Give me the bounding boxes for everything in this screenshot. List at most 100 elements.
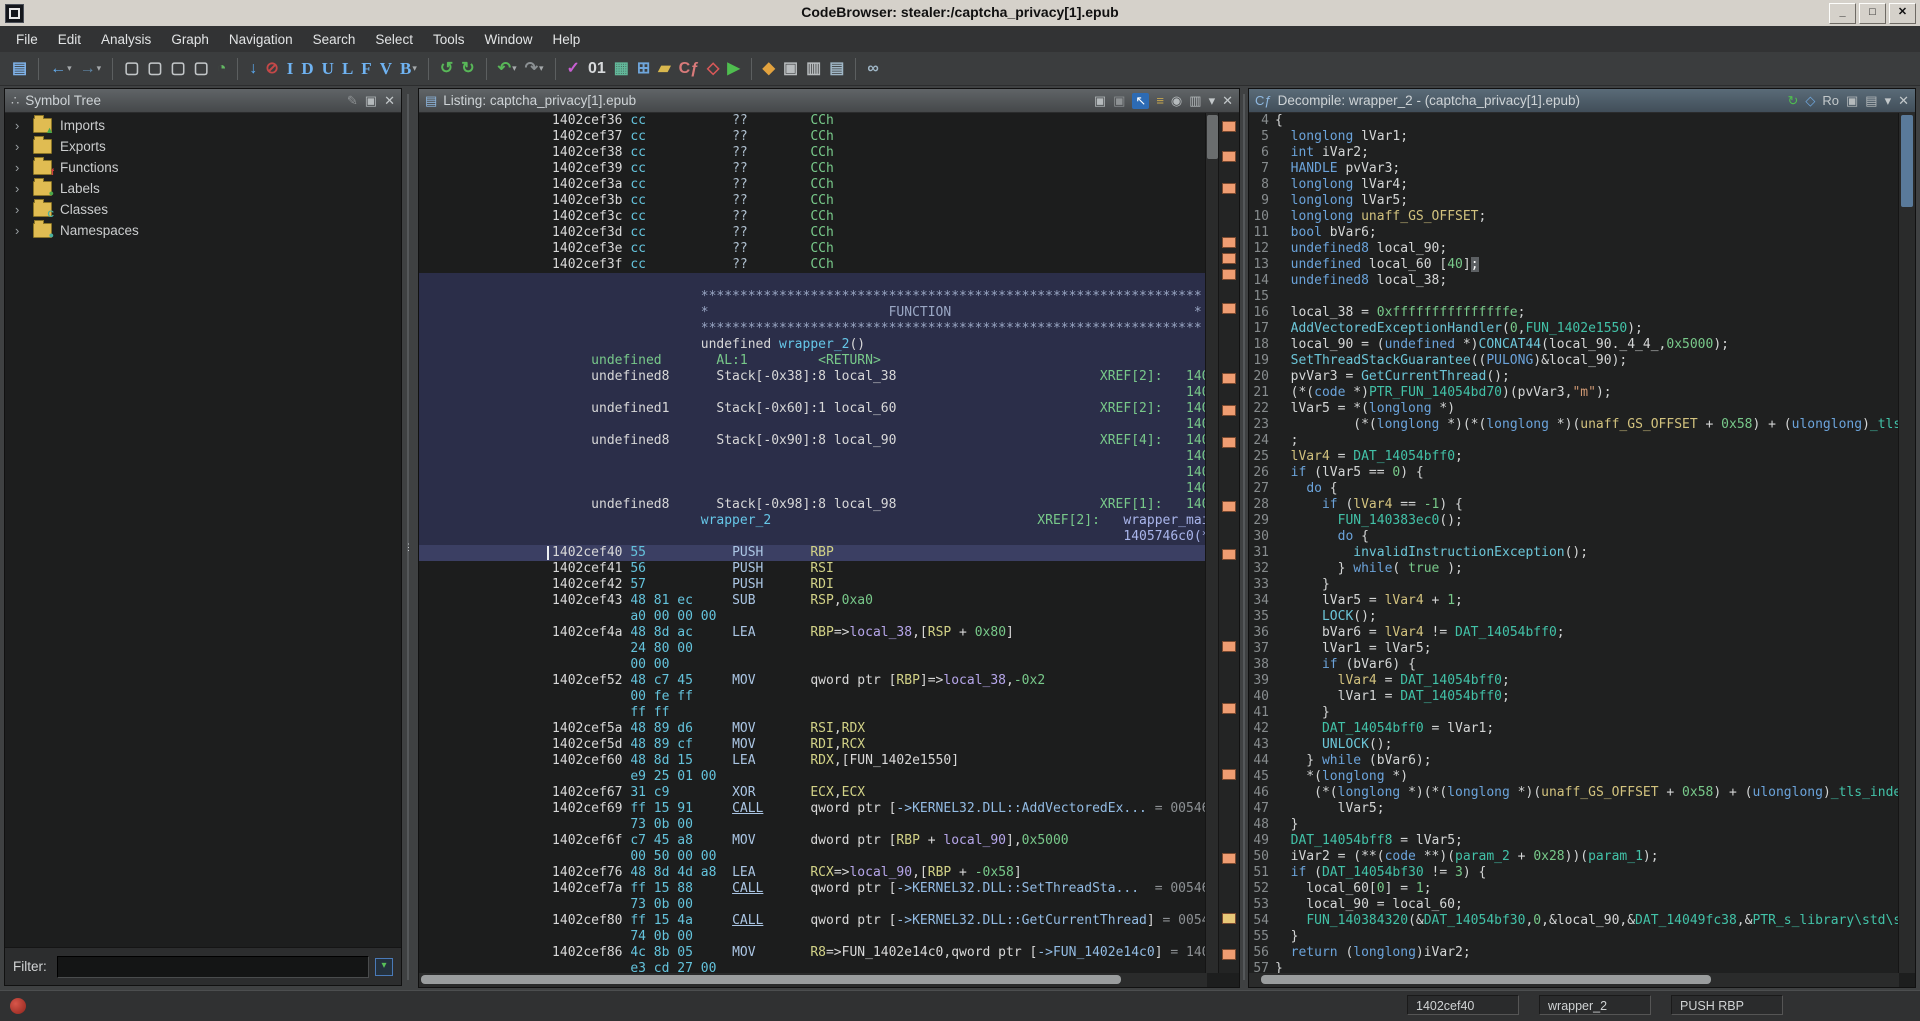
listing-line[interactable]: undefinedAL:1<RETURN> bbox=[419, 353, 1207, 369]
decompile-line[interactable]: 13 undefined local_60 [40]; bbox=[1249, 257, 1899, 273]
export-icon[interactable]: ▤ bbox=[1865, 93, 1877, 109]
listing-line[interactable]: 1402cef3acc??CCh bbox=[419, 177, 1207, 193]
run-script-icon[interactable]: ▶ bbox=[725, 59, 741, 79]
listing-line[interactable]: 1402cef4055PUSHRBP bbox=[419, 545, 1207, 561]
panel-splitter[interactable] bbox=[1240, 88, 1248, 986]
bookmark-marker[interactable] bbox=[1222, 269, 1236, 280]
listing-line[interactable] bbox=[419, 273, 1207, 289]
listing-line[interactable]: a0 00 00 00 bbox=[419, 609, 1207, 625]
decompile-line[interactable]: 44 } while (bVar6); bbox=[1249, 753, 1899, 769]
listing-line[interactable]: ****************************************… bbox=[419, 321, 1207, 337]
decompile-line[interactable]: 57} bbox=[1249, 961, 1899, 973]
decompile-line[interactable]: 52 local_60[0] = 1; bbox=[1249, 881, 1899, 897]
decompile-line[interactable]: 15 bbox=[1249, 289, 1899, 305]
listing-view[interactable]: 1402cef36cc??CCh1402cef37cc??CCh1402cef3… bbox=[419, 113, 1207, 973]
clear-with-options-icon[interactable]: ▢ bbox=[145, 59, 164, 79]
decompile-line[interactable]: 49 DAT_14054bff8 = lVar5; bbox=[1249, 833, 1899, 849]
decompile-line[interactable]: 18 local_90 = (undefined *)CONCAT44(loca… bbox=[1249, 337, 1899, 353]
chevron-right-icon[interactable]: › bbox=[15, 202, 33, 217]
listing-line[interactable]: undefined8Stack[-0x38]:8local_38XREF[2]:… bbox=[419, 369, 1207, 385]
decompile-line[interactable]: 56 return (longlong)iVar2; bbox=[1249, 945, 1899, 961]
decompile-line[interactable]: 46 (*(longlong *)(*(longlong *)(unaff_GS… bbox=[1249, 785, 1899, 801]
menu-search[interactable]: Search bbox=[303, 29, 366, 50]
letter-l-icon[interactable]: L bbox=[340, 59, 355, 79]
listing-line[interactable]: 1402cef4156PUSHRSI bbox=[419, 561, 1207, 577]
decompile-line[interactable]: 29 FUN_140383ec0(); bbox=[1249, 513, 1899, 529]
decompile-line[interactable]: 42 DAT_14054bff0 = lVar1; bbox=[1249, 721, 1899, 737]
listing-line[interactable]: 140 bbox=[419, 449, 1207, 465]
memory-map-icon[interactable]: ▦ bbox=[612, 59, 631, 79]
decompile-line[interactable]: 26 if (lVar5 == 0) { bbox=[1249, 465, 1899, 481]
menu-edit[interactable]: Edit bbox=[48, 29, 91, 50]
listing-line[interactable]: 24 80 00 bbox=[419, 641, 1207, 657]
listing-line[interactable]: undefined8Stack[-0x98]:8local_98XREF[1]:… bbox=[419, 497, 1207, 513]
listing-line[interactable]: 00 00 bbox=[419, 657, 1207, 673]
decompile-line[interactable]: 24 ; bbox=[1249, 433, 1899, 449]
cycle-data-1-icon[interactable]: ↺ bbox=[438, 59, 455, 79]
listing-line[interactable]: 1402cef80ff 15 4aCALLqword ptr [->KERNEL… bbox=[419, 913, 1207, 929]
letter-b-icon[interactable]: B▾ bbox=[398, 59, 419, 79]
listing-line[interactable]: 140 bbox=[419, 385, 1207, 401]
decompile-line[interactable]: 53 local_90 = local_60; bbox=[1249, 897, 1899, 913]
listing-line[interactable]: 1402cef37cc??CCh bbox=[419, 129, 1207, 145]
window-grid-icon[interactable]: ▥ bbox=[804, 59, 823, 79]
letter-f-icon[interactable]: F bbox=[359, 59, 373, 79]
decompile-line[interactable]: 36 bVar6 = lVar4 != DAT_14054bff0; bbox=[1249, 625, 1899, 641]
repair-function-icon[interactable]: ▢ bbox=[192, 59, 211, 79]
sidebar-item-namespaces[interactable]: ›●Namespaces bbox=[5, 220, 401, 241]
sidebar-item-classes[interactable]: ›CClasses bbox=[5, 199, 401, 220]
listing-line[interactable]: e9 25 01 00 bbox=[419, 769, 1207, 785]
decompile-line[interactable]: 22 lVar5 = *(longlong *) bbox=[1249, 401, 1899, 417]
sidebar-item-functions[interactable]: ›fFunctions bbox=[5, 157, 401, 178]
decompile-line[interactable]: 11 bool bVar6; bbox=[1249, 225, 1899, 241]
decompile-line[interactable]: 25 lVar4 = DAT_14054bff0; bbox=[1249, 449, 1899, 465]
bookmark-marker[interactable] bbox=[1222, 183, 1236, 194]
menu-window[interactable]: Window bbox=[474, 29, 542, 50]
decompile-line[interactable]: 45 *(longlong *) bbox=[1249, 769, 1899, 785]
chevron-right-icon[interactable]: › bbox=[15, 223, 33, 238]
chevron-right-icon[interactable]: › bbox=[15, 118, 33, 133]
paste-icon[interactable]: ▣ bbox=[1113, 93, 1125, 109]
auto-analyze-icon[interactable]: ◔ bbox=[215, 59, 229, 79]
decompile-line[interactable]: 19 SetThreadStackGuarantee((PULONG)&loca… bbox=[1249, 353, 1899, 369]
disable-icon[interactable]: ⊘ bbox=[263, 59, 280, 79]
listing-line[interactable]: 1402cef6048 8d 15LEARDX,[FUN_1402e1550] bbox=[419, 753, 1207, 769]
sidebar-item-labels[interactable]: ›●Labels bbox=[5, 178, 401, 199]
decompile-line[interactable]: 32 } while( true ); bbox=[1249, 561, 1899, 577]
decompile-line[interactable]: 39 lVar4 = DAT_14054bff0; bbox=[1249, 673, 1899, 689]
decompile-line[interactable]: 47 lVar5; bbox=[1249, 801, 1899, 817]
bookmark-icon[interactable]: ◆ bbox=[761, 59, 777, 79]
listing-line[interactable]: 1402cef4257PUSHRDI bbox=[419, 577, 1207, 593]
function-graph-icon[interactable]: ◇ bbox=[1805, 93, 1815, 109]
menu-help[interactable]: Help bbox=[542, 29, 590, 50]
listing-line[interactable]: 1402cef864c 8b 05MOVR8=>FUN_1402e14c0,qw… bbox=[419, 945, 1207, 961]
decompile-line[interactable]: 51 if (DAT_14054bf30 != 3) { bbox=[1249, 865, 1899, 881]
bookmark-marker[interactable] bbox=[1222, 373, 1236, 384]
sidebar-item-exports[interactable]: ›Exports bbox=[5, 136, 401, 157]
decompile-line[interactable]: 16 local_38 = 0xfffffffffffffffe; bbox=[1249, 305, 1899, 321]
go-down-icon[interactable]: ↓ bbox=[247, 59, 259, 79]
decompile-line[interactable]: 4{ bbox=[1249, 113, 1899, 129]
listing-line[interactable]: undefined1Stack[-0x60]:1local_60XREF[2]:… bbox=[419, 401, 1207, 417]
bookmark-marker[interactable] bbox=[1222, 253, 1236, 264]
bookmark-marker[interactable] bbox=[1222, 303, 1236, 314]
decompile-line[interactable]: 43 UNLOCK(); bbox=[1249, 737, 1899, 753]
copy-icon[interactable]: ▣ bbox=[1846, 93, 1858, 109]
listing-line[interactable]: 00 fe ff bbox=[419, 689, 1207, 705]
bookmark-marker[interactable] bbox=[1222, 853, 1236, 864]
decompile-hscrollbar[interactable] bbox=[1249, 973, 1899, 987]
listing-line[interactable]: 1405746c0(* bbox=[419, 529, 1207, 545]
bookmark-marker[interactable] bbox=[1222, 151, 1236, 162]
bookmark-marker[interactable] bbox=[1222, 949, 1236, 960]
letter-v-icon[interactable]: V bbox=[378, 59, 394, 79]
listing-line[interactable]: 1402cef7aff 15 88CALLqword ptr [->KERNEL… bbox=[419, 881, 1207, 897]
clear-code-bytes-icon[interactable]: ▢ bbox=[122, 59, 141, 79]
decompile-line[interactable]: 33 } bbox=[1249, 577, 1899, 593]
menu-file[interactable]: File bbox=[6, 29, 48, 50]
nav-back-icon[interactable]: ←▾ bbox=[48, 59, 74, 79]
listing-line[interactable]: wrapper_2XREF[2]:wrapper_mai bbox=[419, 513, 1207, 529]
bookmark-marker[interactable] bbox=[1222, 549, 1236, 560]
cycle-data-2-icon[interactable]: ↻ bbox=[459, 59, 476, 79]
panel-menu-icon[interactable]: ▾ bbox=[1209, 93, 1216, 109]
decompile-line[interactable]: 30 do { bbox=[1249, 529, 1899, 545]
